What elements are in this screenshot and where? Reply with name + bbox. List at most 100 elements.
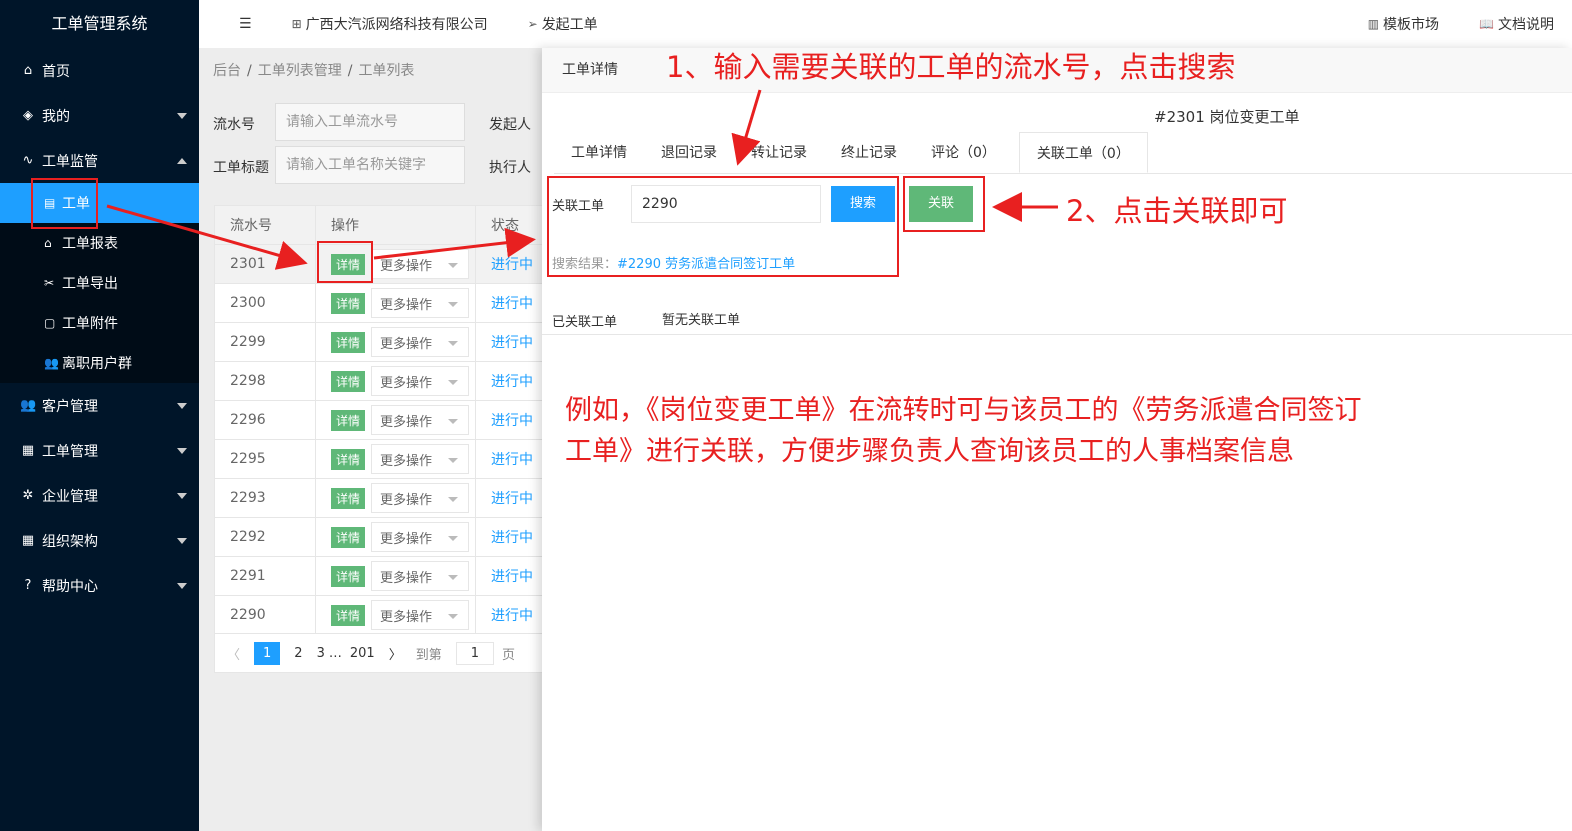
sidebar-subitem-attachments[interactable]: ▢ 工单附件 bbox=[0, 303, 199, 343]
more-operations-dropdown[interactable]: 更多操作 bbox=[371, 405, 470, 435]
more-operations-dropdown[interactable]: 更多操作 bbox=[371, 366, 470, 396]
page-2-button[interactable]: 2 bbox=[294, 646, 302, 661]
sidebar-subitem-export[interactable]: ✂ 工单导出 bbox=[0, 263, 199, 303]
submenu: ▤ 工单 ⌂ 工单报表 ✂ 工单导出 ▢ 工单附件 👥 离职用户群 bbox=[0, 183, 199, 383]
sidebar-subitem-report[interactable]: ⌂ 工单报表 bbox=[0, 223, 199, 263]
more-operations-dropdown[interactable]: 更多操作 bbox=[371, 522, 470, 552]
page-1-button[interactable]: 1 bbox=[254, 641, 281, 665]
chevron-down-icon bbox=[448, 614, 459, 619]
serial-cell: 2293 bbox=[215, 479, 316, 517]
chevron-down-icon bbox=[448, 263, 459, 268]
sidebar-item-label: 工单附件 bbox=[62, 316, 118, 332]
more-operations-dropdown[interactable]: 更多操作 bbox=[371, 600, 470, 630]
annotation-example: 例如，《岗位变更工单》在流转时可与该员工的《劳务派遣合同签订工单》进行关联，方便… bbox=[565, 395, 1362, 467]
detail-button[interactable]: 详情 bbox=[331, 292, 366, 314]
more-operations-label: 更多操作 bbox=[380, 258, 433, 274]
serial-cell: 2298 bbox=[215, 362, 316, 400]
docs-link[interactable]: 📖 文档说明 bbox=[1479, 14, 1554, 34]
detail-button[interactable]: 详情 bbox=[331, 409, 366, 431]
menu-toggle-button[interactable]: ☰ bbox=[239, 16, 252, 32]
tab-transfer-records[interactable]: 转让记录 bbox=[734, 132, 824, 173]
sidebar-subitem-ticket[interactable]: ▤ 工单 bbox=[0, 183, 199, 223]
detail-button[interactable]: 详情 bbox=[331, 448, 366, 470]
annotation-step1: 1、输入需要关联的工单的流水号，点击搜索 bbox=[666, 50, 1236, 84]
linked-tickets-label: 已关联工单 bbox=[552, 315, 618, 330]
chevron-down-icon bbox=[177, 537, 187, 544]
highlight-box-detail-button bbox=[317, 241, 373, 283]
start-ticket-link[interactable]: ➢ 发起工单 bbox=[528, 14, 598, 34]
detail-button[interactable]: 详情 bbox=[331, 487, 366, 509]
more-operations-dropdown[interactable]: 更多操作 bbox=[371, 444, 470, 474]
tab-related-tickets[interactable]: 关联工单（0） bbox=[1018, 132, 1148, 173]
highlight-box-search-area bbox=[547, 176, 899, 277]
table-row: 2301 详情 更多操作 进行中 bbox=[215, 245, 543, 284]
pulse-icon: ∿ bbox=[22, 153, 34, 168]
more-operations-label: 更多操作 bbox=[380, 297, 433, 313]
sidebar: 工单管理系统 ⌂ 首页 ◈ 我的 ∿ 工单监管 ▤ 工单 ⌂ 工单报表 ✂ 工单… bbox=[0, 0, 199, 831]
chevron-up-icon bbox=[177, 157, 187, 164]
title-input[interactable]: 请输入工单名称关键字 bbox=[275, 146, 465, 184]
tab-details[interactable]: 工单详情 bbox=[554, 132, 644, 173]
next-page-button[interactable]: 〉 bbox=[389, 644, 402, 663]
tab-return-records[interactable]: 退回记录 bbox=[644, 132, 734, 173]
breadcrumb-item[interactable]: 后台 bbox=[213, 63, 241, 79]
tab-comments[interactable]: 评论（0） bbox=[914, 132, 1013, 173]
detail-button[interactable]: 详情 bbox=[331, 526, 366, 548]
page-last-button[interactable]: 201 bbox=[350, 646, 375, 661]
linked-tickets-empty: 暂无关联工单 bbox=[662, 313, 741, 328]
sidebar-subitem-resigned[interactable]: 👥 离职用户群 bbox=[0, 343, 199, 383]
table-row: 2300 详情 更多操作 进行中 bbox=[215, 284, 543, 323]
sidebar-item-customers[interactable]: 👥 客户管理 bbox=[0, 383, 199, 428]
sidebar-item-organization[interactable]: ▦ 组织架构 bbox=[0, 518, 199, 563]
sidebar-item-label: 帮助中心 bbox=[42, 578, 98, 595]
serial-cell: 2296 bbox=[215, 401, 316, 439]
goto-label: 到第 bbox=[415, 647, 442, 663]
sidebar-item-mine[interactable]: ◈ 我的 bbox=[0, 93, 199, 138]
more-operations-dropdown[interactable]: 更多操作 bbox=[371, 327, 470, 357]
table-row: 2299 详情 更多操作 进行中 bbox=[215, 323, 543, 362]
operations-cell: 详情 更多操作 bbox=[316, 284, 476, 322]
sidebar-item-ticket-supervision[interactable]: ∿ 工单监管 bbox=[0, 138, 199, 183]
more-operations-dropdown[interactable]: 更多操作 bbox=[371, 249, 470, 279]
app-logo: 工单管理系统 bbox=[51, 14, 148, 33]
sidebar-item-label: 首页 bbox=[42, 63, 70, 80]
send-icon: ➢ bbox=[527, 17, 538, 31]
table-row: 2291 详情 更多操作 进行中 bbox=[215, 557, 543, 596]
more-operations-label: 更多操作 bbox=[380, 492, 433, 508]
file-icon: ▢ bbox=[44, 316, 56, 330]
company-selector[interactable]: ⊞ 广西大汽派网络科技有限公司 bbox=[292, 14, 488, 34]
highlight-box-link-button bbox=[903, 176, 985, 232]
more-operations-dropdown[interactable]: 更多操作 bbox=[371, 561, 470, 591]
template-market-link[interactable]: ▥ 模板市场 bbox=[1368, 14, 1439, 34]
menu-icon: ☰ bbox=[239, 16, 252, 32]
more-operations-label: 更多操作 bbox=[380, 531, 433, 547]
operations-cell: 详情 更多操作 bbox=[316, 479, 476, 517]
detail-button[interactable]: 详情 bbox=[331, 565, 366, 587]
more-operations-dropdown[interactable]: 更多操作 bbox=[371, 483, 470, 513]
chevron-down-icon bbox=[448, 302, 459, 307]
more-operations-dropdown[interactable]: 更多操作 bbox=[371, 288, 470, 318]
serial-input[interactable]: 请输入工单流水号 bbox=[275, 103, 465, 141]
column-header: 操作 bbox=[316, 206, 476, 244]
breadcrumb-item[interactable]: 工单列表管理 bbox=[258, 63, 342, 79]
status-cell: 进行中 bbox=[491, 374, 533, 390]
prev-page-button[interactable]: 〈 bbox=[227, 644, 240, 663]
goto-input[interactable]: 1 bbox=[455, 641, 494, 665]
status-cell: 进行中 bbox=[491, 530, 533, 546]
chevron-down-icon bbox=[448, 575, 459, 580]
initiator-label: 发起人 bbox=[489, 117, 531, 133]
more-operations-label: 更多操作 bbox=[380, 375, 433, 391]
more-operations-label: 更多操作 bbox=[380, 609, 433, 625]
sidebar-item-enterprise[interactable]: ✲ 企业管理 bbox=[0, 473, 199, 518]
status-cell: 进行中 bbox=[491, 569, 533, 585]
detail-button[interactable]: 详情 bbox=[331, 331, 366, 353]
page-3-button[interactable]: 3 bbox=[317, 646, 325, 661]
sidebar-item-help[interactable]: ? 帮助中心 bbox=[0, 563, 199, 608]
sidebar-item-ticket-management[interactable]: ▦ 工单管理 bbox=[0, 428, 199, 473]
table-row: 2298 详情 更多操作 进行中 bbox=[215, 362, 543, 401]
detail-button[interactable]: 详情 bbox=[331, 370, 366, 392]
detail-button[interactable]: 详情 bbox=[331, 604, 366, 626]
sidebar-item-home[interactable]: ⌂ 首页 bbox=[0, 48, 199, 93]
title-label: 工单标题 bbox=[213, 160, 269, 176]
tab-termination-records[interactable]: 终止记录 bbox=[824, 132, 914, 173]
